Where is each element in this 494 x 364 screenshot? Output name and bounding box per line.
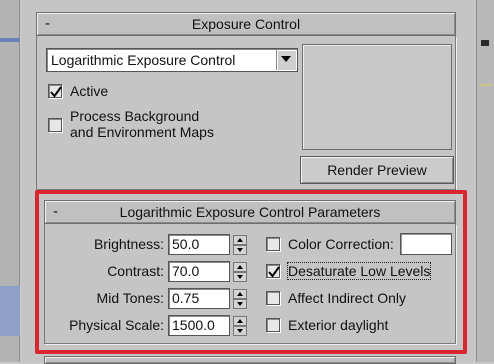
scroll-edge[interactable] xyxy=(476,0,494,362)
process-background-label-line2: and Environment Maps xyxy=(70,124,214,140)
dropdown-arrow-icon[interactable] xyxy=(276,50,296,70)
rollout-title: Exposure Control xyxy=(191,16,301,32)
highlight-box xyxy=(35,190,467,354)
process-background-label-line1: Process Background xyxy=(70,108,200,124)
viewport-marker xyxy=(0,38,20,42)
exposure-type-dropdown[interactable]: Logarithmic Exposure Control xyxy=(46,48,298,72)
exposure-control-rollout-header[interactable]: - Exposure Control xyxy=(36,12,456,36)
next-rollout-header[interactable] xyxy=(44,356,456,364)
exposure-type-value: Logarithmic Exposure Control xyxy=(51,52,236,68)
render-preview-button[interactable]: Render Preview xyxy=(300,156,454,184)
active-checkbox[interactable] xyxy=(48,84,62,98)
viewport-vertical-text xyxy=(2,290,16,334)
scroll-marker-secondary xyxy=(479,84,493,86)
viewport-edge xyxy=(0,0,20,362)
scroll-marker xyxy=(481,40,489,46)
process-background-checkbox[interactable] xyxy=(48,118,62,132)
preview-thumbnail xyxy=(302,44,452,150)
active-label: Active xyxy=(70,83,109,99)
